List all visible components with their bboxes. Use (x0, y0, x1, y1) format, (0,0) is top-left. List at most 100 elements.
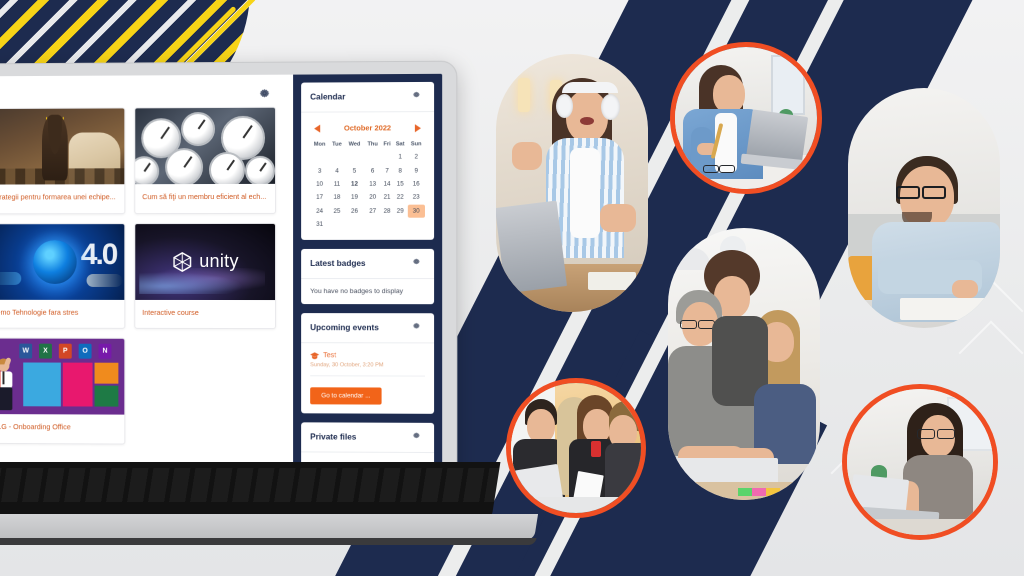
calendar-day[interactable]: 5 (345, 164, 364, 177)
calendar-day[interactable]: 24 (310, 204, 329, 217)
calendar-day[interactable]: 28 (381, 204, 393, 217)
event-name-row[interactable]: Test (310, 352, 425, 360)
gear-icon[interactable] (412, 431, 425, 444)
go-to-calendar-button[interactable]: Go to calendar ... (310, 387, 382, 405)
calendar-day[interactable]: 20 (364, 191, 381, 204)
calendar-nav: October 2022 (310, 121, 425, 139)
calendar-block-header: Calendar (301, 81, 435, 113)
event-name: Test (323, 352, 337, 360)
course-card-grid: Strategii pentru formarea unei echipe... (0, 106, 293, 446)
calendar-day[interactable] (364, 150, 381, 163)
course-card-title[interactable]: Cum să fiţi un membru eficient al ech... (135, 184, 275, 213)
gear-icon[interactable] (412, 322, 425, 335)
latest-badges-block: Latest badges You have no badges to disp (301, 249, 435, 305)
calendar-block-title: Calendar (310, 92, 346, 102)
calendar-day[interactable]: 31 (310, 218, 329, 231)
calendar-day[interactable]: 17 (310, 191, 329, 204)
calendar-block: Calendar October 2022 Mon Tue Wed Thu Fr… (301, 81, 435, 241)
office-icon-letter: X (43, 347, 48, 355)
calendar-day[interactable]: 15 (393, 177, 407, 190)
calendar-day[interactable]: 4 (329, 164, 345, 177)
calendar-month-label[interactable]: October 2022 (344, 123, 391, 132)
calendar-day[interactable]: 19 (345, 191, 364, 204)
office-icon-letter: N (102, 348, 108, 356)
calendar-day[interactable]: 9 (407, 164, 425, 177)
calendar-day[interactable] (345, 151, 364, 164)
upcoming-events-header: Upcoming events (301, 313, 435, 344)
calendar-day[interactable]: 18 (329, 191, 345, 204)
latest-badges-title: Latest badges (310, 259, 366, 269)
course-card[interactable]: unity Interactive course (134, 222, 277, 330)
course-card-image-chess (0, 108, 125, 185)
graduation-cap-icon (310, 352, 319, 359)
calendar-day (381, 218, 393, 231)
calendar-day[interactable]: 11 (329, 177, 345, 190)
industry-art-text: 4.0 (80, 237, 117, 271)
dashboard-main-column: Strategii pentru formarea unei echipe... (0, 74, 294, 472)
office-icon-letter: P (62, 347, 68, 355)
gear-icon[interactable] (412, 90, 425, 103)
course-card-image-unity: unity (135, 223, 276, 300)
calendar-day[interactable]: 25 (329, 204, 345, 217)
calendar-week-row: 24 25 26 27 28 29 30 (310, 204, 425, 218)
course-card-title[interactable]: demo Tehnologie fara stres (0, 299, 124, 328)
upcoming-events-body: Test Sunday, 30 October, 3:20 PM Go to c… (301, 343, 434, 414)
course-card-title[interactable]: KLG - Onboarding Office (0, 414, 124, 443)
calendar-day-with-event[interactable]: 12 (345, 177, 364, 190)
photo-group-students-laptop (668, 228, 820, 500)
course-card-image-clocks (135, 107, 276, 185)
calendar-day-today[interactable]: 30 (407, 204, 425, 218)
calendar-week-row: 17 18 19 20 21 22 23 (310, 191, 425, 205)
course-card-title[interactable]: Interactive course (135, 300, 275, 329)
course-card[interactable]: W X P O N KLG - Onboarding Office (0, 337, 126, 445)
calendar-day[interactable]: 10 (310, 177, 329, 190)
calendar-weekday: Sun (410, 141, 422, 148)
calendar-day[interactable]: 6 (364, 164, 381, 177)
calendar-day (345, 218, 364, 231)
laptop-screen: Strategii pentru formarea unei echipe... (0, 73, 443, 473)
photo-woman-smiling-laptop (842, 384, 998, 540)
calendar-weekday: Sat (395, 141, 405, 148)
calendar-day[interactable]: 7 (381, 164, 393, 177)
dashboard-sidebar: Calendar October 2022 Mon Tue Wed Thu Fr… (293, 73, 443, 473)
calendar-day[interactable]: 16 (407, 177, 425, 190)
slide-canvas: Strategii pentru formarea unei echipe... (0, 0, 1024, 576)
moodle-dashboard: Strategii pentru formarea unei echipe... (0, 73, 443, 473)
calendar-day[interactable]: 26 (345, 204, 364, 217)
calendar-day[interactable]: 22 (393, 191, 407, 204)
laptop-palmrest (0, 514, 539, 540)
calendar-day[interactable]: 27 (364, 204, 381, 217)
upcoming-events-title: Upcoming events (310, 323, 379, 333)
calendar-day[interactable]: 14 (381, 177, 393, 190)
gear-icon[interactable] (258, 87, 271, 100)
badges-empty-message: You have no badges to display (310, 288, 404, 296)
photo-friends-laughing-laptop (506, 378, 646, 518)
calendar-day[interactable] (329, 151, 345, 164)
course-card[interactable]: Cum să fiţi un membru eficient al ech... (134, 106, 277, 214)
upcoming-events-block: Upcoming events Test Sunday, 30 October,… (301, 313, 435, 415)
calendar-day[interactable]: 2 (407, 150, 425, 164)
course-card[interactable]: 4.0 demo Tehnologie fara stres (0, 222, 126, 330)
calendar-day[interactable] (310, 151, 329, 164)
office-icon-letter: W (22, 347, 29, 355)
calendar-day[interactable]: 8 (393, 164, 407, 177)
gear-icon[interactable] (412, 257, 425, 270)
calendar-table: Mon Tue Wed Thu Fri Sat Sun 1 2 3 4 5 6 … (310, 138, 425, 231)
main-topbar (0, 75, 293, 109)
calendar-week-row: 10 11 12 13 14 15 16 (310, 177, 425, 191)
course-card[interactable]: Strategii pentru formarea unei echipe... (0, 107, 126, 215)
calendar-day[interactable]: 21 (381, 191, 393, 204)
laptop-lid: Strategii pentru formarea unei echipe... (0, 60, 458, 482)
calendar-day[interactable]: 23 (407, 191, 425, 204)
arrow-right-icon[interactable] (414, 123, 421, 132)
latest-badges-header: Latest badges (301, 249, 435, 280)
calendar-day[interactable]: 13 (364, 177, 381, 190)
calendar-day[interactable]: 29 (393, 204, 407, 217)
calendar-day[interactable]: 1 (393, 150, 407, 163)
unity-logo-text: unity (199, 251, 239, 272)
course-card-title[interactable]: Strategii pentru formarea unei echipe... (0, 184, 124, 213)
calendar-day[interactable] (381, 150, 393, 163)
calendar-weekday-row: Mon Tue Wed Thu Fri Sat Sun (310, 138, 425, 150)
calendar-day[interactable]: 3 (310, 164, 329, 177)
arrow-left-icon[interactable] (314, 124, 321, 133)
